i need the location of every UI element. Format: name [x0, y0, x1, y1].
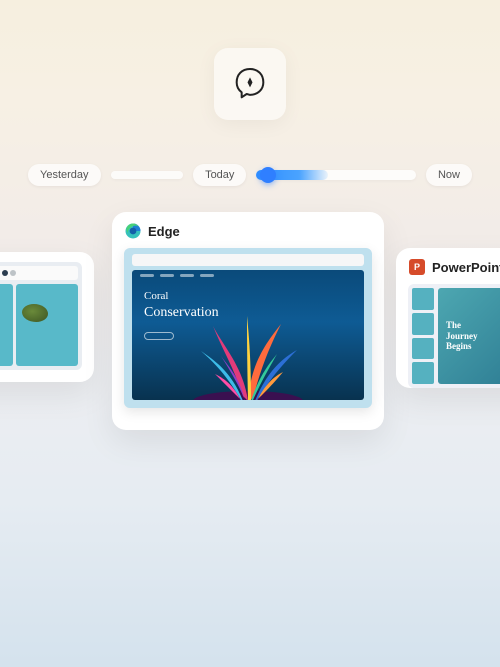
timeline: Yesterday Today Now	[0, 164, 500, 186]
app-card-paint[interactable]	[0, 252, 94, 382]
app-card-powerpoint[interactable]: P PowerPoint The Journey Begins	[396, 248, 500, 388]
copilot-button[interactable]	[214, 48, 286, 120]
powerpoint-preview: The Journey Begins	[408, 284, 500, 388]
site-nav	[140, 274, 356, 282]
app-title-powerpoint: PowerPoint	[432, 260, 500, 275]
slide-main: The Journey Begins	[438, 288, 500, 384]
coral-illustration	[173, 306, 323, 400]
powerpoint-icon: P	[408, 258, 426, 276]
browser-body: Coral Conservation	[132, 270, 364, 400]
edge-icon	[124, 222, 142, 240]
timeline-today-pill[interactable]: Today	[193, 164, 246, 186]
hero-line1: Coral	[144, 290, 168, 302]
site-hero-button	[144, 332, 174, 340]
slide-thumbnails	[412, 288, 434, 384]
edge-preview: Coral Conservation	[124, 248, 372, 408]
timeline-today-label: Today	[205, 169, 234, 181]
slide-title: The Journey Begins	[446, 320, 478, 352]
app-carousel: Edge Coral Conservation	[0, 212, 500, 442]
app-card-edge[interactable]: Edge Coral Conservation	[112, 212, 384, 430]
timeline-now-label: Now	[438, 169, 460, 181]
paint-preview	[0, 262, 82, 370]
timeline-now-pill[interactable]: Now	[426, 164, 472, 186]
timeline-slider-knob[interactable]	[260, 167, 276, 183]
app-header-edge: Edge	[124, 222, 372, 240]
timeline-yesterday-pill[interactable]: Yesterday	[28, 164, 101, 186]
timeline-slider-track[interactable]	[256, 170, 416, 180]
copilot-icon	[230, 64, 270, 104]
app-title-edge: Edge	[148, 224, 180, 239]
app-header-powerpoint: P PowerPoint	[408, 258, 500, 276]
timeline-yesterday-label: Yesterday	[40, 169, 89, 181]
timeline-segment-past[interactable]	[111, 171, 184, 179]
paint-toolbar	[0, 266, 78, 280]
browser-chrome	[132, 254, 364, 266]
